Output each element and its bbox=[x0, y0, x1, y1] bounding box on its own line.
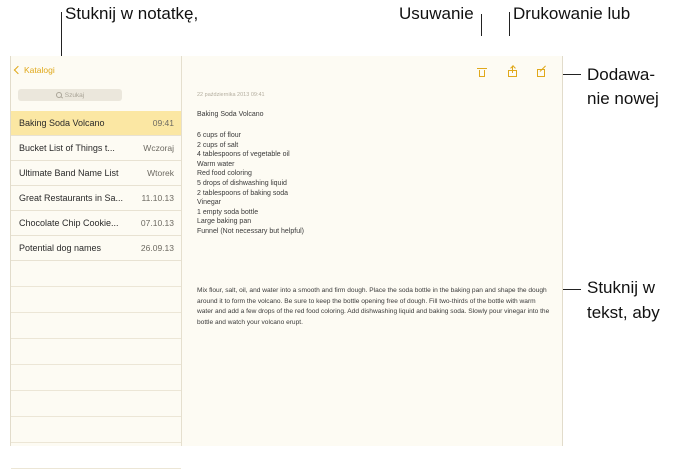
empty-row bbox=[11, 443, 181, 469]
list-item[interactable]: Bucket List of Things t... Wczoraj bbox=[11, 136, 181, 161]
ingredient-list: 6 cups of flour 2 cups of salt 4 tablesp… bbox=[197, 131, 304, 237]
list-item-date: 07.10.13 bbox=[140, 218, 174, 228]
callout-add-new-line1: Dodawa- bbox=[587, 65, 656, 84]
callout-tap-note: Stuknij w notatkę, bbox=[65, 4, 199, 23]
list-item-title: Great Restaurants in Sa... bbox=[19, 193, 124, 203]
callout-print: Drukowanie lub bbox=[513, 4, 631, 23]
note-instructions: Mix flour, salt, oil, and water into a s… bbox=[197, 287, 550, 326]
back-button-label: Katalogi bbox=[24, 65, 55, 75]
callout-tap-text-line1: Stuknij w bbox=[587, 278, 656, 297]
empty-row bbox=[11, 339, 181, 365]
list-item-date: 26.09.13 bbox=[140, 243, 174, 253]
ingredient-line: Vinegar bbox=[197, 199, 222, 207]
list-item[interactable]: Potential dog names 26.09.13 bbox=[11, 236, 181, 261]
list-item-date: 09:41 bbox=[152, 118, 174, 128]
leader-line-delete bbox=[481, 14, 482, 36]
ingredient-line: 4 tablespoons of vegetable oil bbox=[197, 151, 290, 159]
ingredient-line: 2 cups of salt bbox=[197, 141, 239, 149]
empty-row bbox=[11, 287, 181, 313]
search-placeholder: Szukaj bbox=[64, 91, 85, 99]
ingredient-line: Warm water bbox=[197, 160, 235, 168]
list-item[interactable]: Chocolate Chip Cookie... 07.10.13 bbox=[11, 211, 181, 236]
list-item-date: 11.10.13 bbox=[141, 193, 174, 203]
search-input[interactable]: Szukaj bbox=[18, 89, 122, 101]
ingredient-line: Red food coloring bbox=[197, 170, 252, 178]
empty-row bbox=[11, 261, 181, 287]
callout-tap-text-line2: tekst, aby bbox=[587, 303, 660, 322]
list-item[interactable]: Great Restaurants in Sa... 11.10.13 bbox=[11, 186, 181, 211]
back-button[interactable]: Katalogi bbox=[13, 65, 55, 75]
empty-row bbox=[11, 417, 181, 443]
callout-delete: Usuwanie bbox=[399, 4, 474, 23]
chevron-left-icon bbox=[13, 65, 23, 75]
search-icon bbox=[55, 92, 62, 98]
list-item-date: Wtorek bbox=[147, 168, 174, 178]
empty-row bbox=[11, 313, 181, 339]
note-date: 22 października 2013 09:41 bbox=[197, 92, 265, 98]
ingredient-line: Large baking pan bbox=[197, 218, 252, 226]
notes-list: Baking Soda Volcano 09:41 Bucket List of… bbox=[11, 111, 181, 469]
list-item-title: Bucket List of Things t... bbox=[19, 143, 115, 153]
ingredient-line: Funnel (Not necessary but helpful) bbox=[197, 227, 304, 235]
ingredient-line: 1 empty soda bottle bbox=[197, 208, 259, 216]
list-item-title: Potential dog names bbox=[19, 243, 102, 253]
notes-sidebar: Katalogi Szukaj Baking Soda Volcano 09:4… bbox=[11, 56, 182, 469]
ingredient-line: 2 tablespoons of baking soda bbox=[197, 189, 289, 197]
list-item-selected[interactable]: Baking Soda Volcano 09:41 bbox=[11, 111, 181, 136]
leader-line-print bbox=[509, 12, 510, 36]
ingredient-line: 5 drops of dishwashing liquid bbox=[197, 179, 287, 187]
notes-app-screen: Katalogi Szukaj Baking Soda Volcano 09:4… bbox=[10, 56, 563, 469]
list-item-title: Ultimate Band Name List bbox=[19, 168, 119, 178]
note-editor[interactable]: 22 października 2013 09:41 Baking Soda V… bbox=[197, 56, 550, 446]
empty-row bbox=[11, 365, 181, 391]
ingredient-line: 6 cups of flour bbox=[197, 132, 241, 139]
list-item[interactable]: Ultimate Band Name List Wtorek bbox=[11, 161, 181, 186]
list-item-date: Wczoraj bbox=[143, 143, 174, 153]
list-item-title: Chocolate Chip Cookie... bbox=[19, 218, 119, 228]
empty-row bbox=[11, 391, 181, 417]
note-title: Baking Soda Volcano bbox=[197, 111, 264, 118]
list-item-title: Baking Soda Volcano bbox=[19, 118, 105, 128]
callout-add-new-line2: nie nowej bbox=[587, 89, 659, 108]
